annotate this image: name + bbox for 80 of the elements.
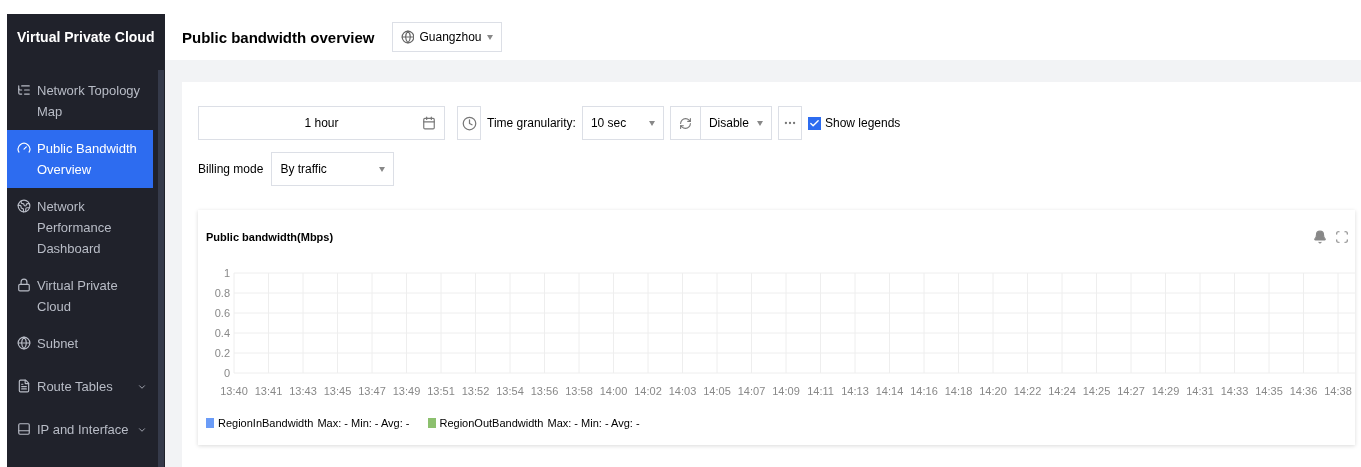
sidebar-item[interactable]: IP and Interface bbox=[7, 411, 153, 454]
x-tick-label: 14:18 bbox=[944, 385, 973, 397]
x-tick-label: 14:29 bbox=[1151, 385, 1180, 397]
refresh-icon bbox=[678, 116, 692, 130]
x-tick-label: 14:03 bbox=[668, 385, 697, 397]
x-tick-label: 14:07 bbox=[737, 385, 766, 397]
granularity-label: Time granularity: bbox=[487, 116, 576, 130]
caret-icon bbox=[379, 166, 386, 172]
sidebar-item[interactable]: Public Bandwidth Overview bbox=[7, 130, 153, 188]
fullscreen-icon[interactable] bbox=[1335, 230, 1349, 244]
sidebar-title: Virtual Private Cloud bbox=[16, 28, 156, 47]
y-tick-label: 0.2 bbox=[214, 347, 230, 359]
legend-stats: Max: - Min: - Avg: - bbox=[547, 417, 640, 429]
y-tick-label: 0 bbox=[223, 367, 230, 379]
x-tick-label: 13:58 bbox=[565, 385, 593, 397]
sidebar-item[interactable]: Network Performance Dashboard bbox=[7, 188, 153, 267]
x-tick-label: 14:36 bbox=[1289, 385, 1318, 397]
y-tick-label: 1 bbox=[223, 267, 230, 279]
x-tick-label: 14:13 bbox=[841, 385, 869, 397]
globe-icon bbox=[17, 336, 31, 350]
lock-icon bbox=[17, 278, 31, 292]
x-tick-label: 14:33 bbox=[1220, 385, 1249, 397]
x-tick-label: 14:25 bbox=[1082, 385, 1111, 397]
x-tick-label: 13:49 bbox=[392, 385, 421, 397]
x-tick-label: 13:40 bbox=[220, 385, 248, 397]
sidebar-item[interactable]: Virtual Private Cloud bbox=[7, 267, 153, 325]
sidebar-item[interactable]: Network Topology Map bbox=[7, 72, 153, 130]
billing-label: Billing mode bbox=[198, 162, 264, 176]
globe-icon bbox=[400, 30, 415, 44]
checkbox-label: Show legends bbox=[824, 116, 901, 130]
gauge-icon bbox=[17, 141, 31, 155]
x-tick-label: 14:35 bbox=[1255, 385, 1283, 397]
x-tick-label: 14:24 bbox=[1048, 385, 1076, 397]
chart-title: Public bandwidth(Mbps) bbox=[206, 231, 334, 243]
x-tick-label: 13:54 bbox=[496, 385, 524, 397]
y-tick-label: 0.4 bbox=[214, 327, 230, 339]
globe-icon bbox=[17, 199, 31, 213]
legend-stats: Max: - Min: - Avg: - bbox=[317, 417, 410, 429]
x-tick-label: 14:14 bbox=[875, 385, 904, 397]
x-tick-label: 13:43 bbox=[289, 385, 317, 397]
sidebar-item[interactable]: Subnet bbox=[7, 325, 153, 368]
page-title: Public bandwidth overview bbox=[182, 28, 375, 46]
x-tick-label: 14:11 bbox=[807, 385, 834, 397]
x-tick-label: 14:31 bbox=[1186, 385, 1214, 397]
x-tick-label: 13:41 bbox=[254, 385, 283, 397]
x-tick-label: 13:47 bbox=[358, 385, 386, 397]
clock-button[interactable] bbox=[457, 106, 481, 140]
legend-label: RegionInBandwidth bbox=[218, 417, 314, 429]
x-tick-label: 14:09 bbox=[772, 385, 800, 397]
x-tick-label: 14:38 bbox=[1324, 385, 1352, 397]
x-tick-label: 13:51 bbox=[427, 385, 455, 397]
time-range-field[interactable]: 1 hour bbox=[198, 106, 445, 140]
legend-label: RegionOutBandwidth bbox=[439, 417, 544, 429]
caret-icon bbox=[648, 120, 655, 126]
scrollbar[interactable] bbox=[158, 70, 164, 467]
caret-icon bbox=[486, 34, 493, 40]
bell-icon[interactable] bbox=[1313, 230, 1327, 244]
checkbox[interactable] bbox=[807, 116, 821, 130]
document-icon bbox=[17, 379, 31, 393]
x-tick-label: 14:16 bbox=[910, 385, 938, 397]
y-tick-label: 0.6 bbox=[214, 307, 230, 319]
x-tick-label: 13:45 bbox=[323, 385, 352, 397]
x-tick-label: 14:22 bbox=[1013, 385, 1042, 397]
sidebar-item[interactable]: Route Tables bbox=[7, 368, 153, 411]
x-tick-label: 14:05 bbox=[703, 385, 731, 397]
y-tick-label: 0.8 bbox=[214, 287, 230, 299]
x-tick-label: 14:20 bbox=[979, 385, 1007, 397]
granularity-select[interactable]: 10 sec bbox=[581, 106, 664, 140]
caret-icon bbox=[756, 120, 763, 126]
clock-icon bbox=[461, 115, 477, 131]
x-tick-label: 13:56 bbox=[530, 385, 559, 397]
calendar-icon bbox=[422, 116, 436, 130]
tree-list-icon bbox=[17, 83, 31, 97]
region-select[interactable]: Guangzhou bbox=[391, 22, 502, 52]
panel-icon bbox=[17, 422, 31, 436]
billing-select[interactable]: By traffic bbox=[271, 152, 395, 186]
x-tick-label: 13:52 bbox=[461, 385, 490, 397]
x-tick-label: 14:27 bbox=[1117, 385, 1145, 397]
x-tick-label: 14:02 bbox=[634, 385, 662, 397]
x-tick-label: 14:00 bbox=[599, 385, 628, 397]
